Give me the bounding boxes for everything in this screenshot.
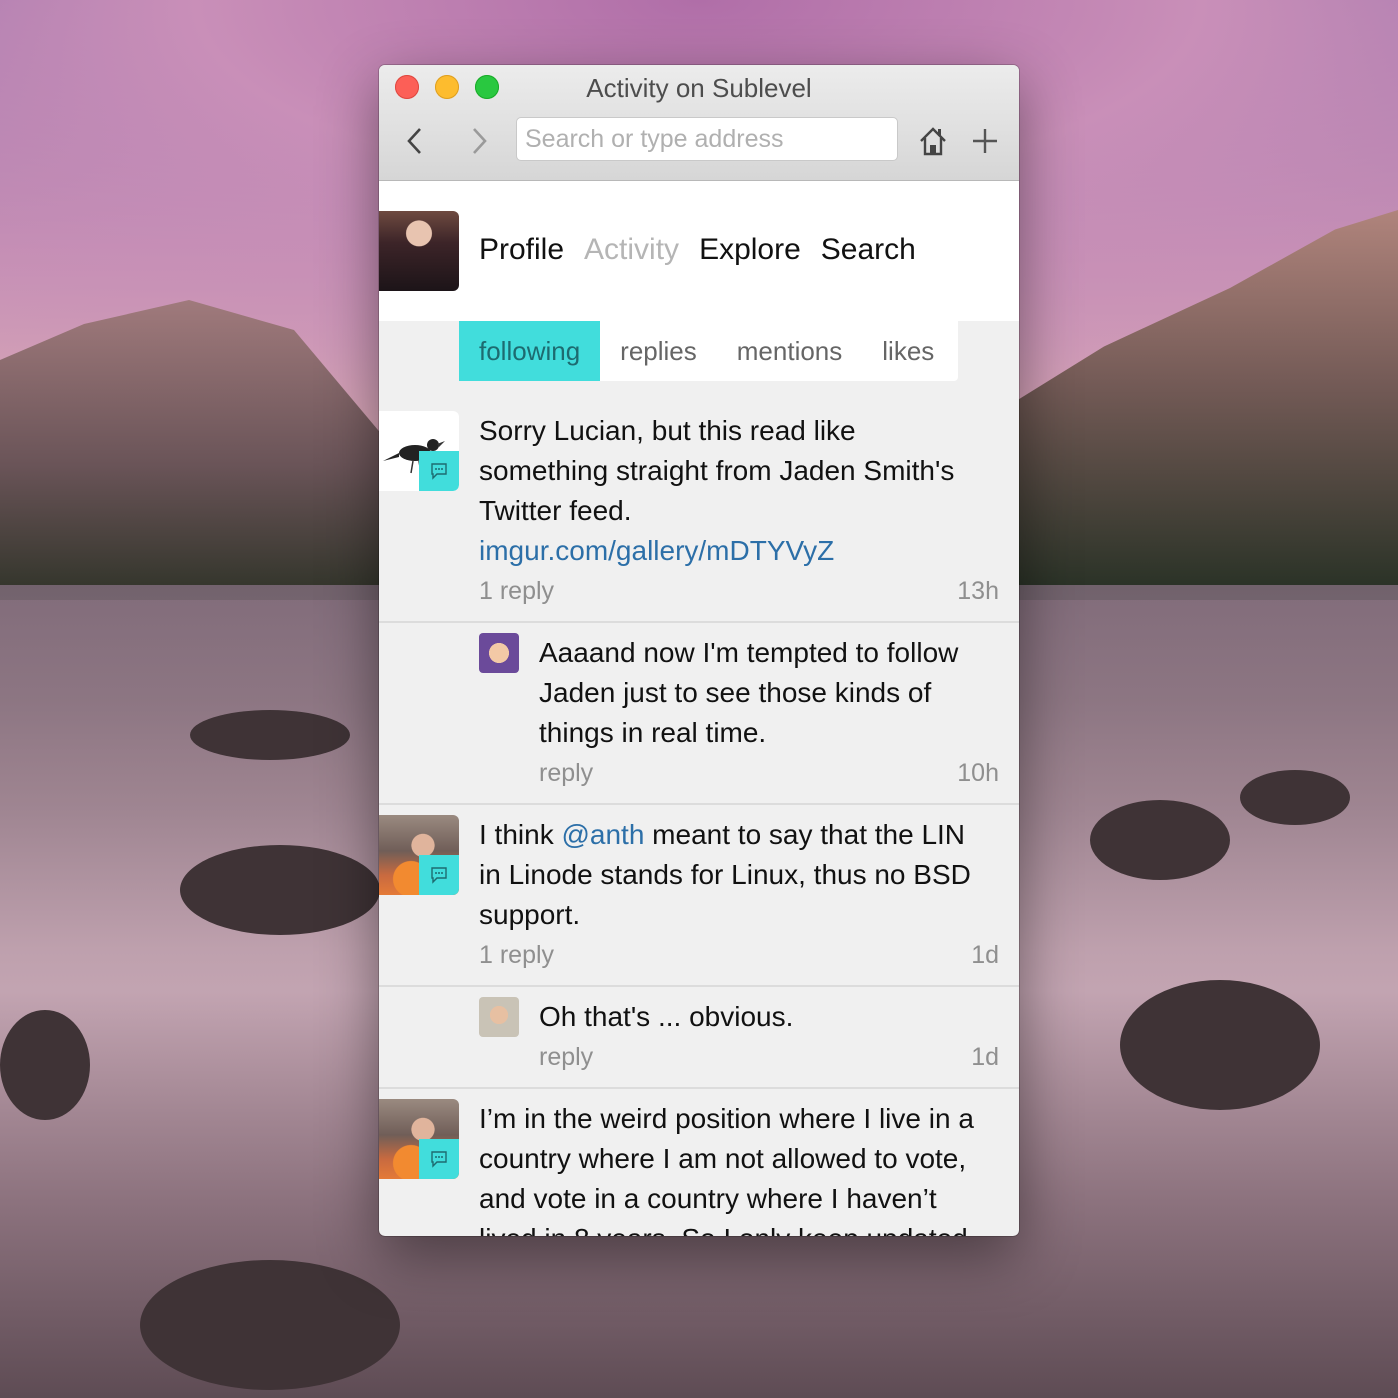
nav-activity[interactable]: Activity: [584, 233, 679, 267]
post-text-line: in Linode stands for Linux, thus no BSD: [479, 859, 971, 890]
activity-feed: Sorry Lucian, but this read like somethi…: [379, 411, 1019, 1236]
rock: [190, 710, 350, 760]
reply-meta: reply 1d: [539, 1037, 999, 1077]
feed-post[interactable]: I’m in the weird position where I live i…: [379, 1089, 1019, 1236]
post-text-line: Twitter feed.: [479, 495, 632, 526]
post-meta: 1 reply 1d: [479, 935, 999, 975]
rock: [0, 1010, 90, 1120]
tab-replies[interactable]: replies: [600, 321, 717, 381]
address-bar[interactable]: [516, 117, 898, 161]
tab-following[interactable]: following: [459, 321, 601, 381]
comment-badge: [419, 451, 459, 491]
mountain-right: [978, 210, 1398, 600]
tab-likes[interactable]: likes: [862, 321, 954, 381]
bird-avatar[interactable]: [379, 411, 459, 491]
post-text-line: Sorry Lucian, but this read like: [479, 415, 856, 446]
reply-button[interactable]: reply: [539, 1037, 593, 1077]
feed-post[interactable]: Sorry Lucian, but this read like somethi…: [379, 411, 1019, 623]
replies-count[interactable]: 1 reply: [479, 571, 554, 611]
comment-icon: [431, 463, 447, 480]
post-text-line: and vote in a country where I haven’t: [479, 1183, 937, 1214]
post-text-line: I think @anth meant to say that the LIN: [479, 815, 999, 855]
comment-icon: [431, 867, 447, 884]
reply-time: 10h: [957, 759, 999, 787]
reply-body: Oh that's ... obvious. reply 1d: [539, 997, 1019, 1077]
guy-avatar[interactable]: [479, 997, 519, 1037]
my-avatar[interactable]: [379, 211, 459, 291]
reply-time: 1d: [971, 1043, 999, 1071]
post-time: 13h: [957, 577, 999, 605]
comment-badge: [419, 1139, 459, 1179]
post-body: I think @anth meant to say that the LIN …: [479, 815, 1019, 975]
main-nav: Profile Activity Explore Search: [479, 233, 916, 267]
user-mention[interactable]: @anth: [561, 819, 644, 850]
reply-button[interactable]: reply: [539, 753, 593, 793]
post-text-line: lived in 8 years. So I only keep updated: [479, 1219, 1013, 1236]
app-header: Profile Activity Explore Search: [379, 181, 1019, 321]
post-text-line: country where I am not allowed to vote,: [479, 1143, 967, 1174]
feed-reply[interactable]: Oh that's ... obvious. reply 1d: [379, 987, 1019, 1089]
post-text-line: support.: [479, 899, 581, 930]
nav-explore[interactable]: Explore: [699, 233, 801, 267]
window-title: Activity on Sublevel: [586, 73, 812, 103]
reply-text-line: Oh that's ... obvious.: [539, 1001, 794, 1032]
new-tab-button[interactable]: [967, 123, 1003, 159]
page-content: Profile Activity Explore Search followin…: [379, 181, 1019, 1236]
party-avatar[interactable]: [379, 815, 459, 895]
mountain-left: [0, 300, 420, 600]
chevron-right-icon: [473, 128, 487, 154]
plus-icon: [973, 129, 997, 153]
nav-profile[interactable]: Profile: [479, 233, 564, 267]
post-body: I’m in the weird position where I live i…: [479, 1099, 1019, 1236]
back-button[interactable]: [397, 123, 433, 159]
reply-text-line: Jaden just to see those kinds of: [539, 677, 932, 708]
nav-search[interactable]: Search: [821, 233, 916, 267]
forward-button[interactable]: [461, 123, 497, 159]
post-meta: 1 reply 13h: [479, 571, 999, 611]
post-body: Sorry Lucian, but this read like somethi…: [479, 411, 1019, 611]
post-text-suffix: meant to say that the LIN: [644, 819, 966, 850]
party-avatar[interactable]: [379, 1099, 459, 1179]
browser-window: Activity on Sublevel Profile: [379, 65, 1019, 1236]
tab-mentions[interactable]: mentions: [717, 321, 863, 381]
chevron-left-icon: [407, 128, 421, 154]
post-time: 1d: [971, 941, 999, 969]
rock: [1120, 980, 1320, 1110]
post-text-prefix: I think: [479, 819, 562, 850]
post-text-line: I’m in the weird position where I live i…: [479, 1103, 974, 1134]
reply-text-line: things in real time.: [539, 717, 767, 748]
rock: [180, 845, 380, 935]
reply-meta: reply 10h: [539, 753, 999, 793]
cartoon-avatar[interactable]: [479, 633, 519, 673]
home-button[interactable]: [915, 123, 951, 159]
rock: [1090, 800, 1230, 880]
post-text-line: something straight from Jaden Smith's: [479, 455, 955, 486]
home-icon: [920, 127, 946, 156]
activity-subtabs: following replies mentions likes: [459, 321, 958, 381]
replies-count[interactable]: 1 reply: [479, 935, 554, 975]
post-link[interactable]: imgur.com/gallery/mDTYVyZ: [479, 531, 999, 571]
comment-badge: [419, 855, 459, 895]
rock: [1240, 770, 1350, 825]
reply-body: Aaaand now I'm tempted to follow Jaden j…: [539, 633, 1019, 793]
feed-post[interactable]: I think @anth meant to say that the LIN …: [379, 805, 1019, 987]
rock: [140, 1260, 400, 1390]
titlebar: Activity on Sublevel: [379, 65, 1019, 181]
comment-icon: [431, 1151, 447, 1168]
feed-reply[interactable]: Aaaand now I'm tempted to follow Jaden j…: [379, 623, 1019, 805]
reply-text-line: Aaaand now I'm tempted to follow: [539, 637, 959, 668]
